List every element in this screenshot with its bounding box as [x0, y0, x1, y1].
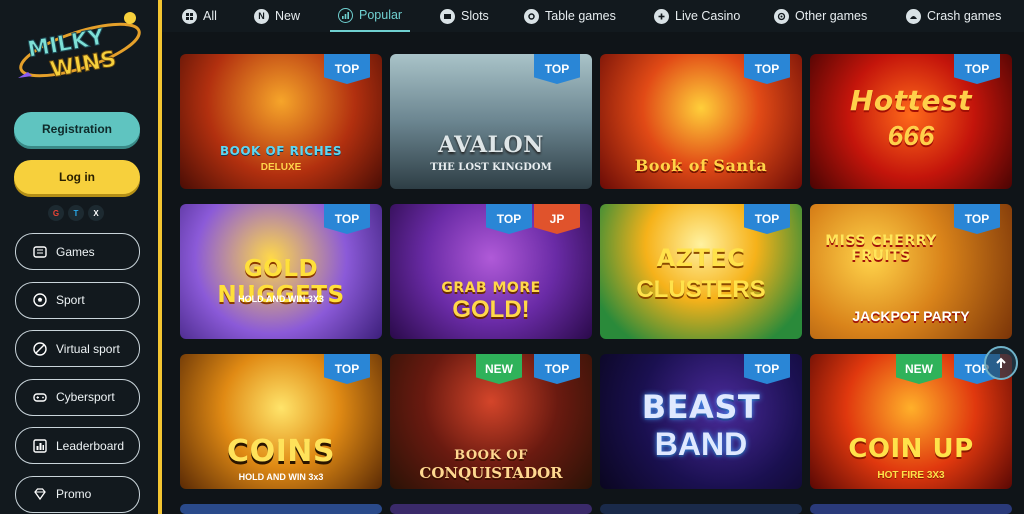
casino-app: MILKY WINS Registration Log in G T X Gam…	[0, 0, 1024, 514]
game-subtitle: GOLD!	[452, 296, 530, 323]
game-card-book-of-riches[interactable]: BOOK OF RICHES DELUXE TOP	[180, 54, 382, 189]
game-subtitle: JACKPOT PARTY	[852, 308, 970, 324]
game-subtitle: HOLD AND WIN 3x3	[238, 472, 324, 482]
virtual-sport-icon	[32, 341, 48, 357]
tab-label: Other games	[795, 9, 868, 23]
game-card-miss-cherry-fruits[interactable]: MISS CHERRY FRUITS JACKPOT PARTY TOP	[810, 204, 1012, 339]
tab-other-games[interactable]: Other games	[774, 0, 867, 32]
milky-wins-logo[interactable]: MILKY WINS	[10, 6, 150, 94]
tab-table-games[interactable]: Table games	[524, 0, 616, 32]
live-casino-icon	[654, 8, 669, 24]
game-card-coins[interactable]: COINS HOLD AND WIN 3x3 TOP	[180, 354, 382, 489]
game-card-partial[interactable]	[810, 504, 1012, 514]
tab-live-casino[interactable]: Live Casino	[654, 0, 740, 32]
google-icon[interactable]: G	[48, 205, 64, 221]
game-subtitle: HOLD AND WIN 3X3	[238, 294, 324, 304]
games-icon	[32, 244, 48, 260]
game-title: COIN UP	[848, 434, 974, 464]
game-card-avalon[interactable]: AVALON THE LOST KINGDOM TOP	[390, 54, 592, 189]
tab-new[interactable]: N New	[254, 0, 300, 32]
game-title: AVALON	[438, 132, 544, 158]
scroll-to-top-button[interactable]	[984, 346, 1018, 380]
other-games-icon	[774, 8, 789, 24]
new-icon: N	[254, 8, 269, 24]
game-card-gold-nuggets[interactable]: GOLD NUGGETS HOLD AND WIN 3X3 TOP	[180, 204, 382, 339]
game-title: Hottest	[850, 84, 972, 117]
game-subtitle: CLUSTERS	[636, 276, 766, 303]
sidebar-item-cybersport[interactable]: Cybersport	[15, 378, 140, 416]
game-card-partial[interactable]	[600, 504, 802, 514]
tab-label: Slots	[461, 9, 489, 23]
sidebar-item-label: Virtual sport	[56, 341, 120, 356]
sidebar-item-label: Games	[56, 244, 95, 259]
game-title: BOOK OF	[454, 448, 528, 463]
game-title: Book of Santa	[634, 156, 768, 175]
game-grid: BOOK OF RICHES DELUXE TOP AVALON THE LOS…	[162, 32, 1024, 514]
game-subtitle: DELUXE	[260, 162, 302, 173]
sidebar-item-promo[interactable]: Promo	[15, 475, 140, 513]
sidebar-item-label: Promo	[56, 487, 92, 502]
grid-icon	[182, 8, 197, 24]
game-card-hottest-666[interactable]: Hottest 666 TOP	[810, 54, 1012, 189]
login-button[interactable]: Log in	[14, 160, 140, 194]
sidebar-item-label: Cybersport	[56, 390, 115, 405]
tab-label: Popular	[359, 8, 403, 22]
sidebar-item-label: Leaderboard	[56, 438, 125, 453]
sidebar-item-label: Sport	[56, 293, 85, 308]
slots-icon	[440, 8, 455, 24]
game-card-partial[interactable]	[390, 504, 592, 514]
game-title: GRAB MORE	[441, 280, 541, 296]
sidebar-item-sport[interactable]: Sport	[15, 281, 140, 319]
tab-label: New	[275, 9, 301, 23]
sidebar-item-virtual-sport[interactable]: Virtual sport	[15, 330, 140, 368]
crash-games-icon	[906, 8, 921, 24]
leaderboard-icon	[32, 438, 48, 454]
gamepad-icon	[32, 389, 48, 405]
game-subtitle: THE LOST KINGDOM	[430, 162, 552, 173]
sidebar: MILKY WINS Registration Log in G T X Gam…	[0, 0, 158, 514]
sidebar-item-leaderboard[interactable]: Leaderboard	[15, 427, 140, 465]
game-title: AZTEC	[656, 244, 746, 272]
sidebar-nav: Games Sport Virtual sport Cybersport Lea…	[15, 233, 140, 514]
game-title: MISS CHERRY FRUITS	[825, 233, 937, 265]
tab-label: Table games	[545, 9, 616, 23]
game-subtitle: HOT FIRE 3X3	[877, 470, 945, 481]
game-title: BOOK OF RICHES	[220, 144, 342, 158]
tab-label: Crash games	[927, 9, 1002, 23]
game-subtitle: 666	[887, 120, 935, 151]
game-card-partial[interactable]	[180, 504, 382, 514]
arrow-up-icon	[996, 357, 1006, 368]
table-games-icon	[524, 8, 539, 24]
game-subtitle: BAND	[654, 426, 748, 462]
game-card-grab-more-gold[interactable]: GRAB MORE GOLD! TOP JP	[390, 204, 592, 339]
game-card-beast-band[interactable]: BEAST BAND TOP	[600, 354, 802, 489]
game-card-book-of-conquistador[interactable]: BOOK OF CONQUISTADOR NEW TOP	[390, 354, 592, 489]
x-icon[interactable]: X	[88, 205, 104, 221]
tab-popular[interactable]: Popular	[330, 0, 411, 32]
game-title: COINS	[227, 434, 335, 469]
game-title: BEAST	[641, 388, 761, 426]
tab-slots[interactable]: Slots	[440, 0, 489, 32]
game-subtitle: CONQUISTADOR	[419, 464, 563, 482]
game-card-aztec-clusters[interactable]: AZTEC CLUSTERS TOP	[600, 204, 802, 339]
category-tabs: All N New Popular Slots Table games Live…	[162, 0, 1024, 32]
tab-label: All	[203, 9, 217, 23]
diamond-icon	[32, 486, 48, 502]
tab-label: Live Casino	[675, 9, 741, 23]
soccer-ball-icon	[32, 292, 48, 308]
game-card-coin-up[interactable]: COIN UP HOT FIRE 3X3 NEW TOP	[810, 354, 1012, 489]
registration-button[interactable]: Registration	[14, 112, 140, 146]
sidebar-item-games[interactable]: Games	[15, 233, 140, 270]
social-login: G T X	[48, 205, 104, 221]
popular-icon	[338, 7, 353, 23]
tab-crash-games[interactable]: Crash games	[906, 0, 1001, 32]
tab-all[interactable]: All	[182, 0, 217, 32]
game-card-book-of-santa[interactable]: Book of Santa TOP	[600, 54, 802, 189]
telegram-icon[interactable]: T	[68, 205, 84, 221]
